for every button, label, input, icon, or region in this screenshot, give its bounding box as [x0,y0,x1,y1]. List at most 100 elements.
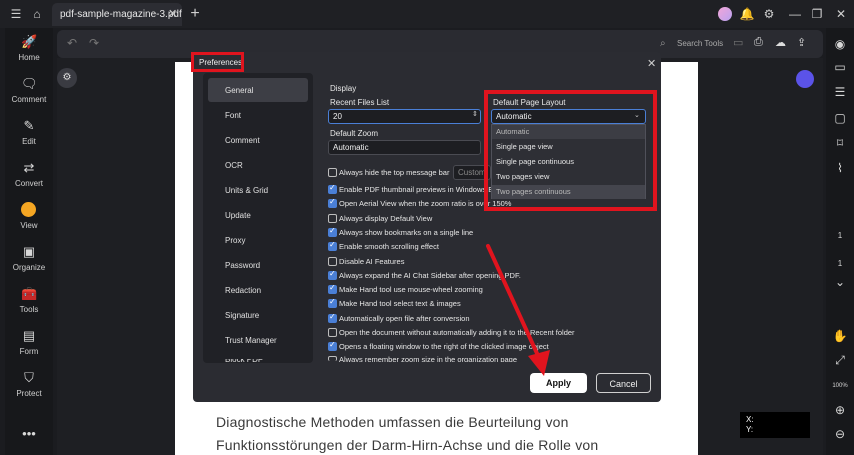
checkbox-hand-wheel-zoom[interactable] [328,283,337,294]
section-title: Display [330,84,357,93]
attachment-icon[interactable]: ⌇ [832,160,848,176]
nav-item-password[interactable]: Password [225,261,260,270]
comment-icon: 🗨 [21,76,38,91]
convert-icon: ⇄ [23,160,35,175]
view-icon [21,202,37,218]
nav-item-general[interactable]: General [225,86,253,95]
sidebar-toggle-icon[interactable]: ☰ [7,5,25,23]
chevron-down-icon[interactable]: ⌄ [832,274,848,290]
search-tools-input[interactable]: Search Tools [677,39,723,48]
close-window-icon[interactable]: ✕ [832,5,850,23]
right-sidebar: ◉ ▭ ☰ ▢ ⌑ ⌇ 1 1 ⌄ ✋ ⤢ 100% ⊕ ⊖ [826,28,854,455]
doc-text-line: Funktionsstörungen der Darm-Hirn-Achse u… [216,437,599,453]
undo-icon[interactable]: ↶ [67,36,77,50]
nav-item-comment[interactable]: Comment [225,136,260,145]
avatar[interactable] [716,5,734,23]
restore-icon[interactable]: ❐ [808,5,826,23]
home-icon[interactable]: ⌂ [28,5,46,23]
nav-item-signature[interactable]: Signature [225,311,259,320]
new-tab-icon[interactable]: + [186,5,204,23]
nav-item-redaction[interactable]: Redaction [225,286,261,295]
sidebar-item-home[interactable]: 🚀 Home [5,34,53,74]
checkbox-label: Enable smooth scrolling effect [339,242,439,251]
nav-item-ocr[interactable]: OCR [225,161,243,170]
redo-icon[interactable]: ↷ [89,36,99,50]
page-current[interactable]: 1 [832,228,848,244]
ai-assistant-icon[interactable] [796,70,814,88]
sidebar-item-comment[interactable]: 🗨 Comment [5,76,53,116]
upload-icon[interactable]: ☁ [775,36,786,49]
more-icon[interactable]: ••• [5,426,53,442]
annotation-arrow [486,244,550,376]
left-sidebar: 🚀 Home 🗨 Comment ✎ Edit ⇄ Convert View ▣… [5,28,53,455]
checkbox-disable-ai[interactable] [328,257,337,266]
nav-item-block-pdf[interactable]: Block PDF [225,359,263,363]
bookmark-icon[interactable]: ⌑ [832,135,848,151]
filter-icon[interactable]: ⚙ [57,68,77,88]
checkbox-hide-message-bar[interactable] [328,168,337,177]
search-icon[interactable]: ⌕ [660,38,666,49]
coord-x-label: X: [746,415,754,424]
organize-icon: ▣ [22,244,36,259]
zoom-out-icon[interactable]: ⊖ [832,426,848,442]
close-dialog-icon[interactable]: ✕ [647,57,656,70]
checkbox-bookmarks-single-line[interactable] [328,226,337,237]
checkbox-open-after-conversion[interactable] [328,312,337,323]
nav-item-trust-manager[interactable]: Trust Manager [225,336,277,345]
tab-title: pdf-sample-magazine-3.pdf [60,9,182,20]
comment-icon[interactable]: ▢ [832,110,848,126]
sidebar-item-label: Edit [22,137,36,146]
gear-icon[interactable]: ⚙ [760,5,778,23]
sidebar-item-organize[interactable]: ▣ Organize [5,244,53,284]
nav-item-units-grid[interactable]: Units & Grid [225,186,268,195]
tools-icon: 🧰 [21,286,38,301]
checkbox-label: Enable PDF thumbnail previews in Windows… [339,185,494,194]
sidebar-item-protect[interactable]: ⛉ Protect [5,370,53,410]
coordinates-display: X: Y: [740,412,810,438]
default-zoom-select[interactable]: Automatic [328,140,481,155]
nav-item-font[interactable]: Font [225,111,241,120]
doc-text-line: Diagnostische Methoden umfassen die Beur… [216,414,569,430]
recent-files-input[interactable]: 20 [328,109,481,124]
checkbox-aerial-view[interactable] [328,197,337,208]
checkbox-default-view[interactable] [328,214,337,223]
nav-item-proxy[interactable]: Proxy [225,236,245,245]
sidebar-item-convert[interactable]: ⇄ Convert [5,160,53,200]
checkbox-floating-window[interactable] [328,340,337,351]
bell-icon[interactable]: 🔔 [738,5,756,23]
nav-item-update[interactable]: Update [225,211,251,220]
ai-icon[interactable]: ◉ [832,36,848,52]
close-tab-icon[interactable]: ✕ [168,7,177,20]
sidebar-item-edit[interactable]: ✎ Edit [5,118,53,158]
thumbnails-icon[interactable]: ☰ [832,84,848,100]
sidebar-item-form[interactable]: ▤ Form [5,328,53,368]
checkbox-thumbnail-previews[interactable] [328,183,337,194]
sidebar-item-tools[interactable]: 🧰 Tools [5,286,53,326]
checkbox-label: Always display Default View [339,214,433,223]
coord-y-label: Y: [746,425,754,434]
tab-document[interactable]: pdf-sample-magazine-3.pdf [52,3,182,26]
stepper-icon[interactable]: ⇕ [472,110,478,118]
checkbox-expand-ai-chat[interactable] [328,269,337,280]
share-icon[interactable]: ⇪ [797,36,806,49]
cancel-button[interactable]: Cancel [596,373,651,393]
zoom-level[interactable]: 100% [832,378,848,394]
checkbox-label: Always hide the top message bar [339,168,450,177]
hand-icon[interactable]: ✋ [832,328,848,344]
sidebar-item-label: Home [18,53,40,62]
sidebar-item-view[interactable]: View [5,202,53,242]
save-icon[interactable]: ▭ [733,36,743,49]
edit-icon: ✎ [23,118,35,133]
sidebar-item-label: View [20,221,38,230]
checkbox-label: Always show bookmarks on a single line [339,228,474,237]
panel-icon[interactable]: ▭ [832,59,848,75]
print-icon[interactable]: ⎙ [754,36,763,49]
checkbox-label: Make Hand tool select text & images [339,299,461,308]
checkbox-hand-select[interactable] [328,297,337,308]
checkbox-no-recent-folder[interactable] [328,328,337,337]
checkbox-smooth-scrolling[interactable] [328,240,337,251]
checkbox-remember-zoom[interactable] [328,356,337,361]
zoom-in-icon[interactable]: ⊕ [832,402,848,418]
fit-icon[interactable]: ⤢ [832,352,848,368]
minimize-icon[interactable]: — [786,5,804,23]
